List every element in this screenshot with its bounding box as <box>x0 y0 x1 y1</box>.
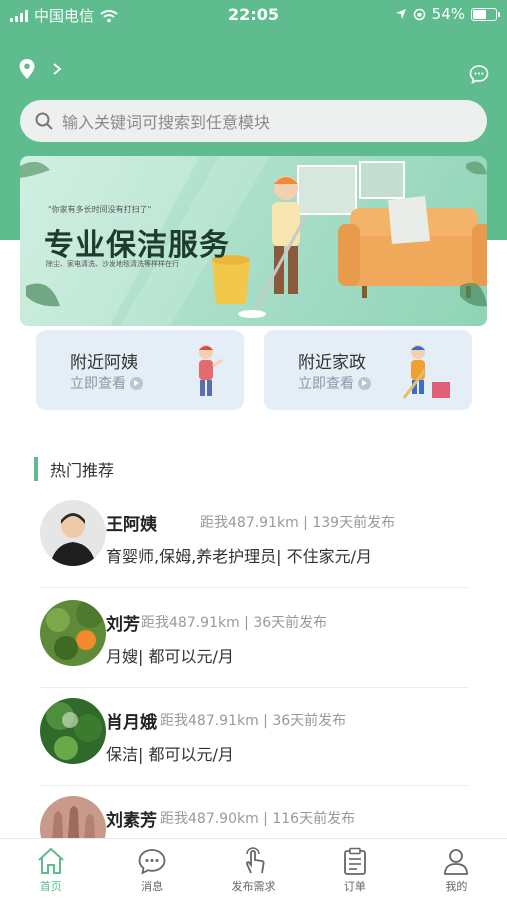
list-item[interactable]: 王阿姨 距我487.91km | 139天前发布 育婴师,保姆,养老护理员| 不… <box>40 498 468 588</box>
home-icon <box>38 847 64 874</box>
distance-info: 距我487.91km | 36天前发布 <box>141 615 328 631</box>
distance-info: 距我487.90km | 116天前发布 <box>160 811 356 827</box>
tab-label: 发布需求 <box>231 880 276 893</box>
tab-label: 订单 <box>343 880 366 893</box>
auntie-figure-icon <box>199 345 223 396</box>
posted-label: 36天前发布 <box>253 615 328 631</box>
posted-label: 116天前发布 <box>272 811 356 827</box>
location-arrow-icon <box>395 9 406 19</box>
chevron-right-icon <box>53 63 62 75</box>
person-name: 刘芳 <box>106 615 140 635</box>
status-bar: 中国电信 22:05 54% <box>0 0 507 30</box>
profile-icon <box>444 849 469 875</box>
quick-link-title: 附近家政 <box>298 353 366 373</box>
nearby-housekeeping-card[interactable]: 附近家政 立即查看 <box>264 330 472 410</box>
chat-icon[interactable] <box>469 64 489 84</box>
person-name: 肖月娥 <box>106 713 157 733</box>
person-name: 王阿姨 <box>106 515 157 535</box>
location-selector[interactable] <box>18 58 62 80</box>
quick-link-subtitle: 立即查看 <box>298 373 371 393</box>
section-header: 热门推荐 <box>34 456 114 482</box>
section-title: 热门推荐 <box>50 461 115 480</box>
tab-orders[interactable]: 订单 <box>304 839 405 900</box>
service-description: 月嫂| 都可以元/月 <box>106 647 234 666</box>
tab-label: 首页 <box>39 880 62 893</box>
publish-icon <box>245 847 265 874</box>
service-description: 育婴师,保姆,养老护理员| 不住家元/月 <box>106 547 373 566</box>
quick-link-subtitle: 立即查看 <box>70 373 143 393</box>
search-icon <box>35 112 53 130</box>
arrow-circle-icon <box>130 376 143 390</box>
view-now-label: 立即查看 <box>70 376 126 392</box>
posted-label: 36天前发布 <box>272 713 347 729</box>
avatar <box>40 698 106 764</box>
distance-label: 距我487.91km <box>200 515 299 531</box>
search-placeholder: 输入关键词可搜索到任意模块 <box>62 113 271 132</box>
distance-label: 距我487.90km <box>160 811 259 827</box>
housekeeper-figure-icon <box>402 345 450 399</box>
location-pin-icon <box>19 59 35 79</box>
search-bar[interactable]: 输入关键词可搜索到任意模块 <box>20 100 487 142</box>
distance-label: 距我487.91km <box>160 713 259 729</box>
list-item[interactable]: 肖月娥 距我487.91km | 36天前发布 保洁| 都可以元/月 <box>40 696 468 786</box>
battery-percent: 54% <box>431 5 465 23</box>
banner-description: 除尘、家电清洗、沙发地毯清洗等样样在行 <box>46 260 179 268</box>
battery-icon <box>471 7 500 21</box>
tab-label: 我的 <box>445 880 468 893</box>
order-icon <box>344 847 366 875</box>
service-description: 保洁| 都可以元/月 <box>106 745 234 764</box>
quick-link-title: 附近阿姨 <box>70 353 138 373</box>
tab-home[interactable]: 首页 <box>0 839 101 900</box>
orientation-lock-icon <box>413 8 425 20</box>
nearby-aunties-card[interactable]: 附近阿姨 立即查看 <box>36 330 244 410</box>
tab-messages[interactable]: 消息 <box>101 839 202 900</box>
list-item[interactable]: 刘芳 距我487.91km | 36天前发布 月嫂| 都可以元/月 <box>40 598 468 688</box>
avatar <box>40 600 106 666</box>
bottom-tab-bar: 首页 消息 发布需求 订单 我的 <box>0 838 507 900</box>
person-name: 刘素芳 <box>106 811 157 831</box>
arrow-circle-icon <box>358 376 371 390</box>
tab-publish[interactable]: 发布需求 <box>203 839 304 900</box>
banner-title: 专业保洁服务 <box>44 228 230 263</box>
view-now-label: 立即查看 <box>298 376 354 392</box>
message-icon <box>138 849 166 875</box>
distance-info: 距我487.91km | 36天前发布 <box>160 713 347 729</box>
section-accent-bar <box>34 457 38 481</box>
posted-label: 139天前发布 <box>312 515 396 531</box>
banner-tagline: "你家有多长时间没有打扫了" <box>48 205 152 214</box>
avatar <box>40 500 106 566</box>
tab-label: 消息 <box>141 880 164 893</box>
promo-banner[interactable]: "你家有多长时间没有打扫了" 专业保洁服务 除尘、家电清洗、沙发地毯清洗等样样在… <box>20 156 487 326</box>
tab-profile[interactable]: 我的 <box>406 839 507 900</box>
distance-info: 距我487.91km | 139天前发布 <box>200 515 396 531</box>
distance-label: 距我487.91km <box>141 615 240 631</box>
